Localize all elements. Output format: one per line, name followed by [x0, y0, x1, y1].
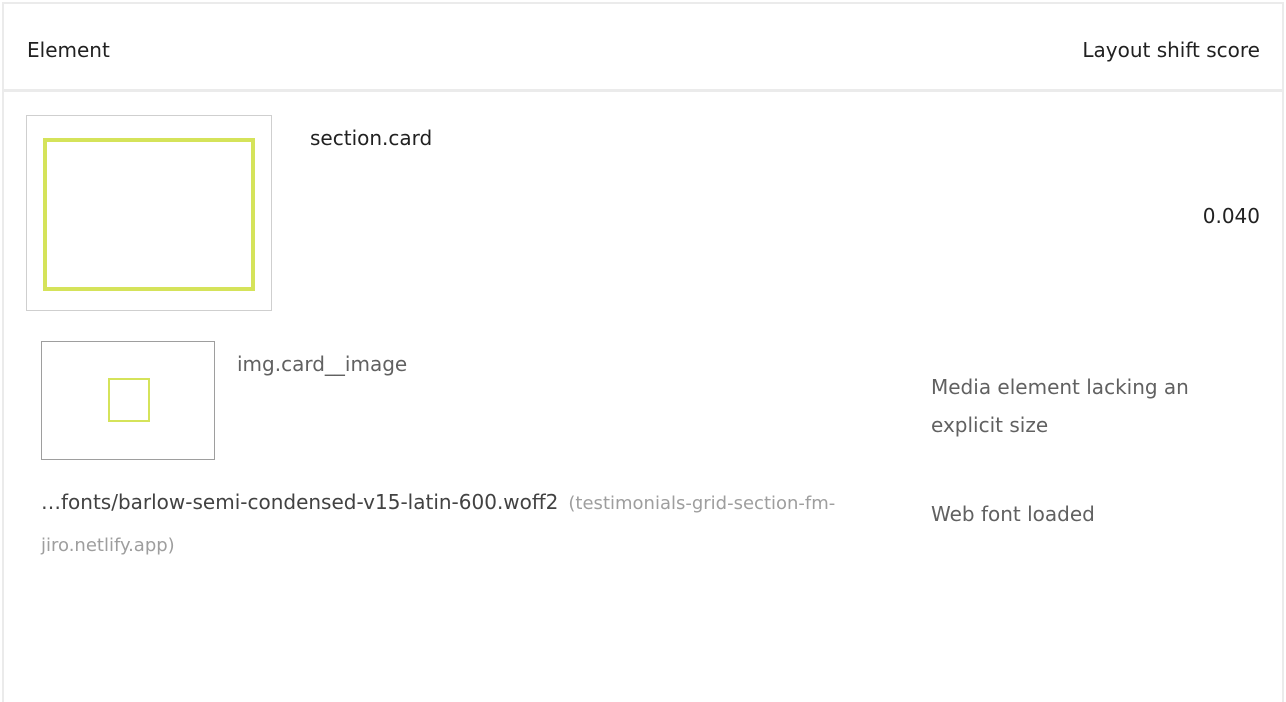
cause-reason: Media element lacking an explicit size — [931, 375, 1189, 437]
cause-element-selector[interactable]: img.card__image — [237, 352, 407, 376]
cause-element-thumbnail[interactable] — [41, 341, 215, 460]
font-cause-reason: Web font loaded — [931, 502, 1095, 526]
element-screenshot-thumbnail[interactable] — [26, 115, 272, 311]
table-header: Element Layout shift score — [4, 4, 1282, 92]
column-header-element: Element — [27, 38, 110, 62]
element-selector[interactable]: section.card — [310, 126, 432, 150]
column-header-score: Layout shift score — [1082, 38, 1260, 62]
layout-shift-table: Element Layout shift score section.card … — [2, 2, 1284, 702]
font-url-link[interactable]: …fonts/barlow-semi-condensed-v15-latin-6… — [41, 490, 558, 514]
element-highlight-box — [43, 138, 255, 291]
cause-font-resource: …fonts/barlow-semi-condensed-v15-latin-6… — [41, 482, 881, 566]
cause-highlight-box — [108, 378, 150, 422]
layout-shift-score: 0.040 — [1202, 204, 1260, 228]
